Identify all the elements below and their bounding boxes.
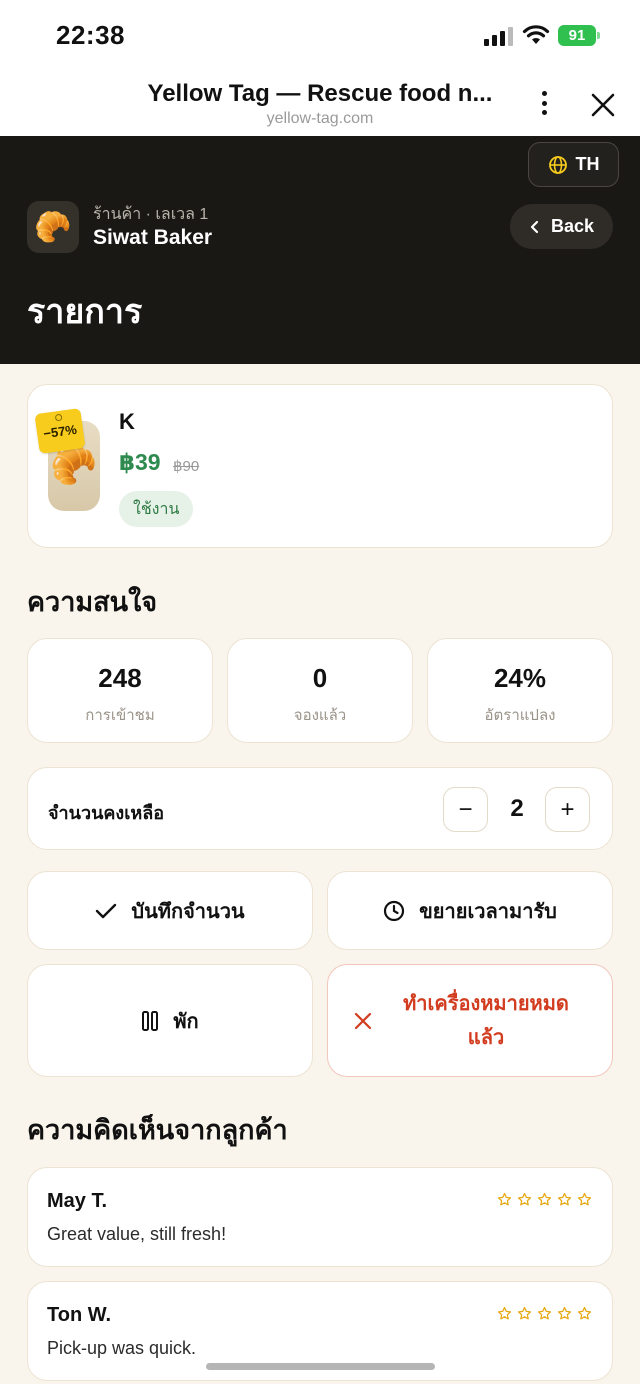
stat-label: การเข้าชม: [85, 707, 155, 724]
decrement-button[interactable]: −: [443, 787, 488, 832]
discount-tag: −57%: [34, 407, 86, 455]
quantity-value: 2: [510, 795, 524, 822]
quantity-stepper: จำนวนคงเหลือ − 2 +: [27, 767, 613, 850]
quantity-label: จำนวนคงเหลือ: [48, 803, 165, 823]
stat-value: 24%: [493, 663, 547, 693]
home-indicator: [206, 1363, 435, 1370]
star-icon: [517, 1306, 532, 1320]
croissant-icon: 🥐: [27, 201, 79, 253]
star-rating: [497, 1192, 592, 1207]
stat-reserved: 0 จองแล้ว: [227, 638, 413, 743]
close-icon[interactable]: [588, 90, 618, 120]
back-button[interactable]: Back: [510, 204, 613, 249]
review-text: Great value, still fresh!: [47, 1224, 227, 1244]
shop-header: TH 🥐 ร้านค้า · เลเวล 1 Siwat Baker Back …: [0, 136, 640, 364]
shop-name: Siwat Baker: [93, 226, 213, 249]
pause-button[interactable]: พัก: [27, 964, 313, 1077]
stat-label: จองแล้ว: [293, 707, 347, 724]
language-button[interactable]: TH: [528, 142, 619, 187]
chevron-left-icon: [530, 220, 539, 233]
check-icon: [96, 903, 117, 918]
cellular-signal-icon: [484, 26, 513, 46]
language-label: TH: [575, 154, 600, 174]
status-bar: 22:38 91: [0, 0, 640, 70]
close-icon: [354, 1012, 372, 1029]
globe-icon: [548, 155, 567, 174]
stat-label: อัตราแปลง: [484, 707, 556, 724]
star-icon: [577, 1192, 592, 1206]
save-quantity-label: บันทึกจำนวน: [131, 900, 245, 923]
product-price: ฿39: [119, 449, 161, 475]
increment-button[interactable]: +: [545, 787, 590, 832]
star-icon: [557, 1192, 572, 1206]
star-icon: [577, 1306, 592, 1320]
clock-icon: [384, 900, 405, 921]
save-quantity-button[interactable]: บันทึกจำนวน: [27, 871, 313, 950]
mark-sold-out-button[interactable]: ทำเครื่องหมายหมดแล้ว: [327, 964, 613, 1077]
battery-indicator: 91: [558, 25, 600, 46]
extend-pickup-button[interactable]: ขยายเวลามารับ: [327, 871, 613, 950]
stat-conversion: 24% อัตราแปลง: [427, 638, 613, 743]
interest-section-title: ความสนใจ: [27, 587, 158, 617]
star-icon: [537, 1306, 552, 1320]
product-name: K: [119, 409, 135, 434]
extend-pickup-label: ขยายเวลามารับ: [419, 900, 557, 923]
star-icon: [497, 1306, 512, 1320]
more-options-icon[interactable]: [532, 88, 556, 118]
shop-meta: ร้านค้า · เลเวล 1: [93, 206, 209, 223]
star-icon: [497, 1192, 512, 1206]
mark-sold-out-label: ทำเครื่องหมายหมดแล้ว: [403, 992, 569, 1049]
wifi-icon: [522, 25, 550, 44]
back-label: Back: [550, 216, 595, 236]
product-old-price: ฿90: [173, 458, 200, 475]
reviews-section-title: ความคิดเห็นจากลูกค้า: [27, 1115, 288, 1145]
pause-icon: [142, 1010, 159, 1031]
product-card[interactable]: 🥐 −57% K ฿39 ฿90 ใช้งาน: [27, 384, 613, 548]
browser-bar: Yellow Tag — Rescue food n... yellow-tag…: [0, 70, 640, 136]
stat-value: 248: [98, 663, 142, 693]
reviewer-name: Ton W.: [47, 1304, 112, 1326]
star-icon: [557, 1306, 572, 1320]
page-title: รายการ: [27, 293, 143, 331]
status-badge: ใช้งาน: [119, 491, 194, 527]
stat-value: 0: [312, 663, 328, 693]
review-text: Pick-up was quick.: [47, 1338, 197, 1358]
reviewer-name: May T.: [47, 1190, 108, 1212]
pause-label: พัก: [173, 1010, 199, 1033]
status-time: 22:38: [56, 20, 125, 50]
review-card: May T. Great value, still fresh!: [27, 1167, 613, 1267]
star-icon: [517, 1192, 532, 1206]
star-rating: [497, 1306, 592, 1321]
star-icon: [537, 1192, 552, 1206]
stat-views: 248 การเข้าชม: [27, 638, 213, 743]
